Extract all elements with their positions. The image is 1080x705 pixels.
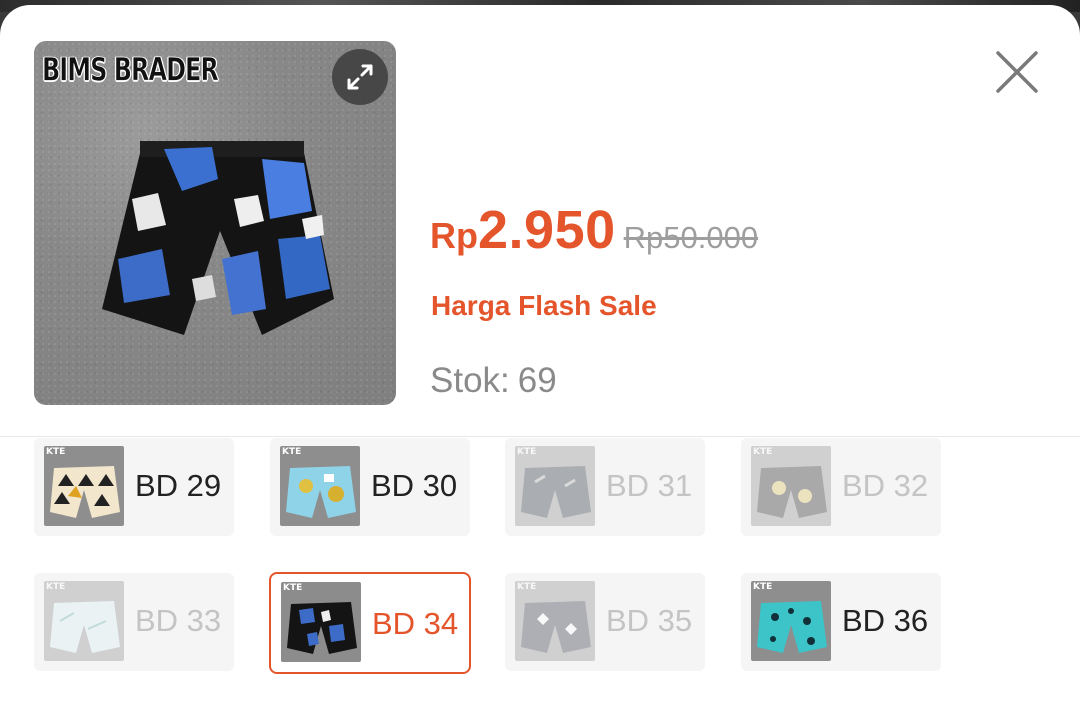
variant-label: BD 31 xyxy=(606,468,693,503)
expand-image-button[interactable] xyxy=(332,49,388,105)
flash-sale-label: Harga Flash Sale xyxy=(431,290,657,321)
price-currency: Rp xyxy=(430,215,478,256)
price-row: Rp 2.950 Rp50.000 xyxy=(430,199,758,261)
variant-option-bd34[interactable]: KTE BD 34 xyxy=(269,572,471,674)
variant-label: BD 33 xyxy=(135,603,222,638)
flash-price: 2.950 xyxy=(478,200,616,260)
variant-label: BD 34 xyxy=(372,606,459,641)
variant-option-bd30[interactable]: KTE BD 30 xyxy=(270,438,470,536)
variant-thumbnail: KTE xyxy=(515,581,595,661)
variant-thumbnail: KTE xyxy=(515,446,595,526)
variant-option-bd35[interactable]: KTE BD 35 xyxy=(505,573,705,671)
expand-icon xyxy=(347,64,373,90)
variant-label: BD 30 xyxy=(371,468,458,503)
shorts-illustration xyxy=(102,141,334,335)
variant-thumbnail: KTE xyxy=(44,446,124,526)
divider xyxy=(0,436,1080,437)
original-price: Rp50.000 xyxy=(623,220,759,255)
variant-label: BD 29 xyxy=(135,468,222,503)
variant-thumbnail: KTE xyxy=(751,581,831,661)
stock-info: Stok: 69 xyxy=(430,361,557,401)
variant-option-bd32[interactable]: KTE BD 32 xyxy=(741,438,941,536)
variant-thumbnail: KTE xyxy=(44,581,124,661)
variant-label: BD 32 xyxy=(842,468,929,503)
variant-option-bd33[interactable]: KTE BD 33 xyxy=(34,573,234,671)
variant-option-bd31[interactable]: KTE BD 31 xyxy=(505,438,705,536)
variant-thumbnail: KTE xyxy=(751,446,831,526)
product-image[interactable]: BIMS BRADER xyxy=(34,41,396,405)
variant-selection-sheet: BIMS BRADER Rp 2.950 Rp50.000 Harga Flas… xyxy=(0,5,1080,705)
variant-label: BD 35 xyxy=(606,603,693,638)
close-icon xyxy=(996,51,1038,93)
variant-thumbnail: KTE xyxy=(281,582,361,662)
variant-option-bd29[interactable]: KTE BD 29 xyxy=(34,438,234,536)
variant-option-bd36[interactable]: KTE BD 36 xyxy=(741,573,941,671)
stock-count: 69 xyxy=(517,361,557,400)
variant-label: BD 36 xyxy=(842,603,929,638)
variant-thumbnail: KTE xyxy=(280,446,360,526)
stock-label: Stok: xyxy=(430,361,510,400)
brand-logo: BIMS BRADER xyxy=(42,51,219,89)
close-button[interactable] xyxy=(990,45,1044,99)
